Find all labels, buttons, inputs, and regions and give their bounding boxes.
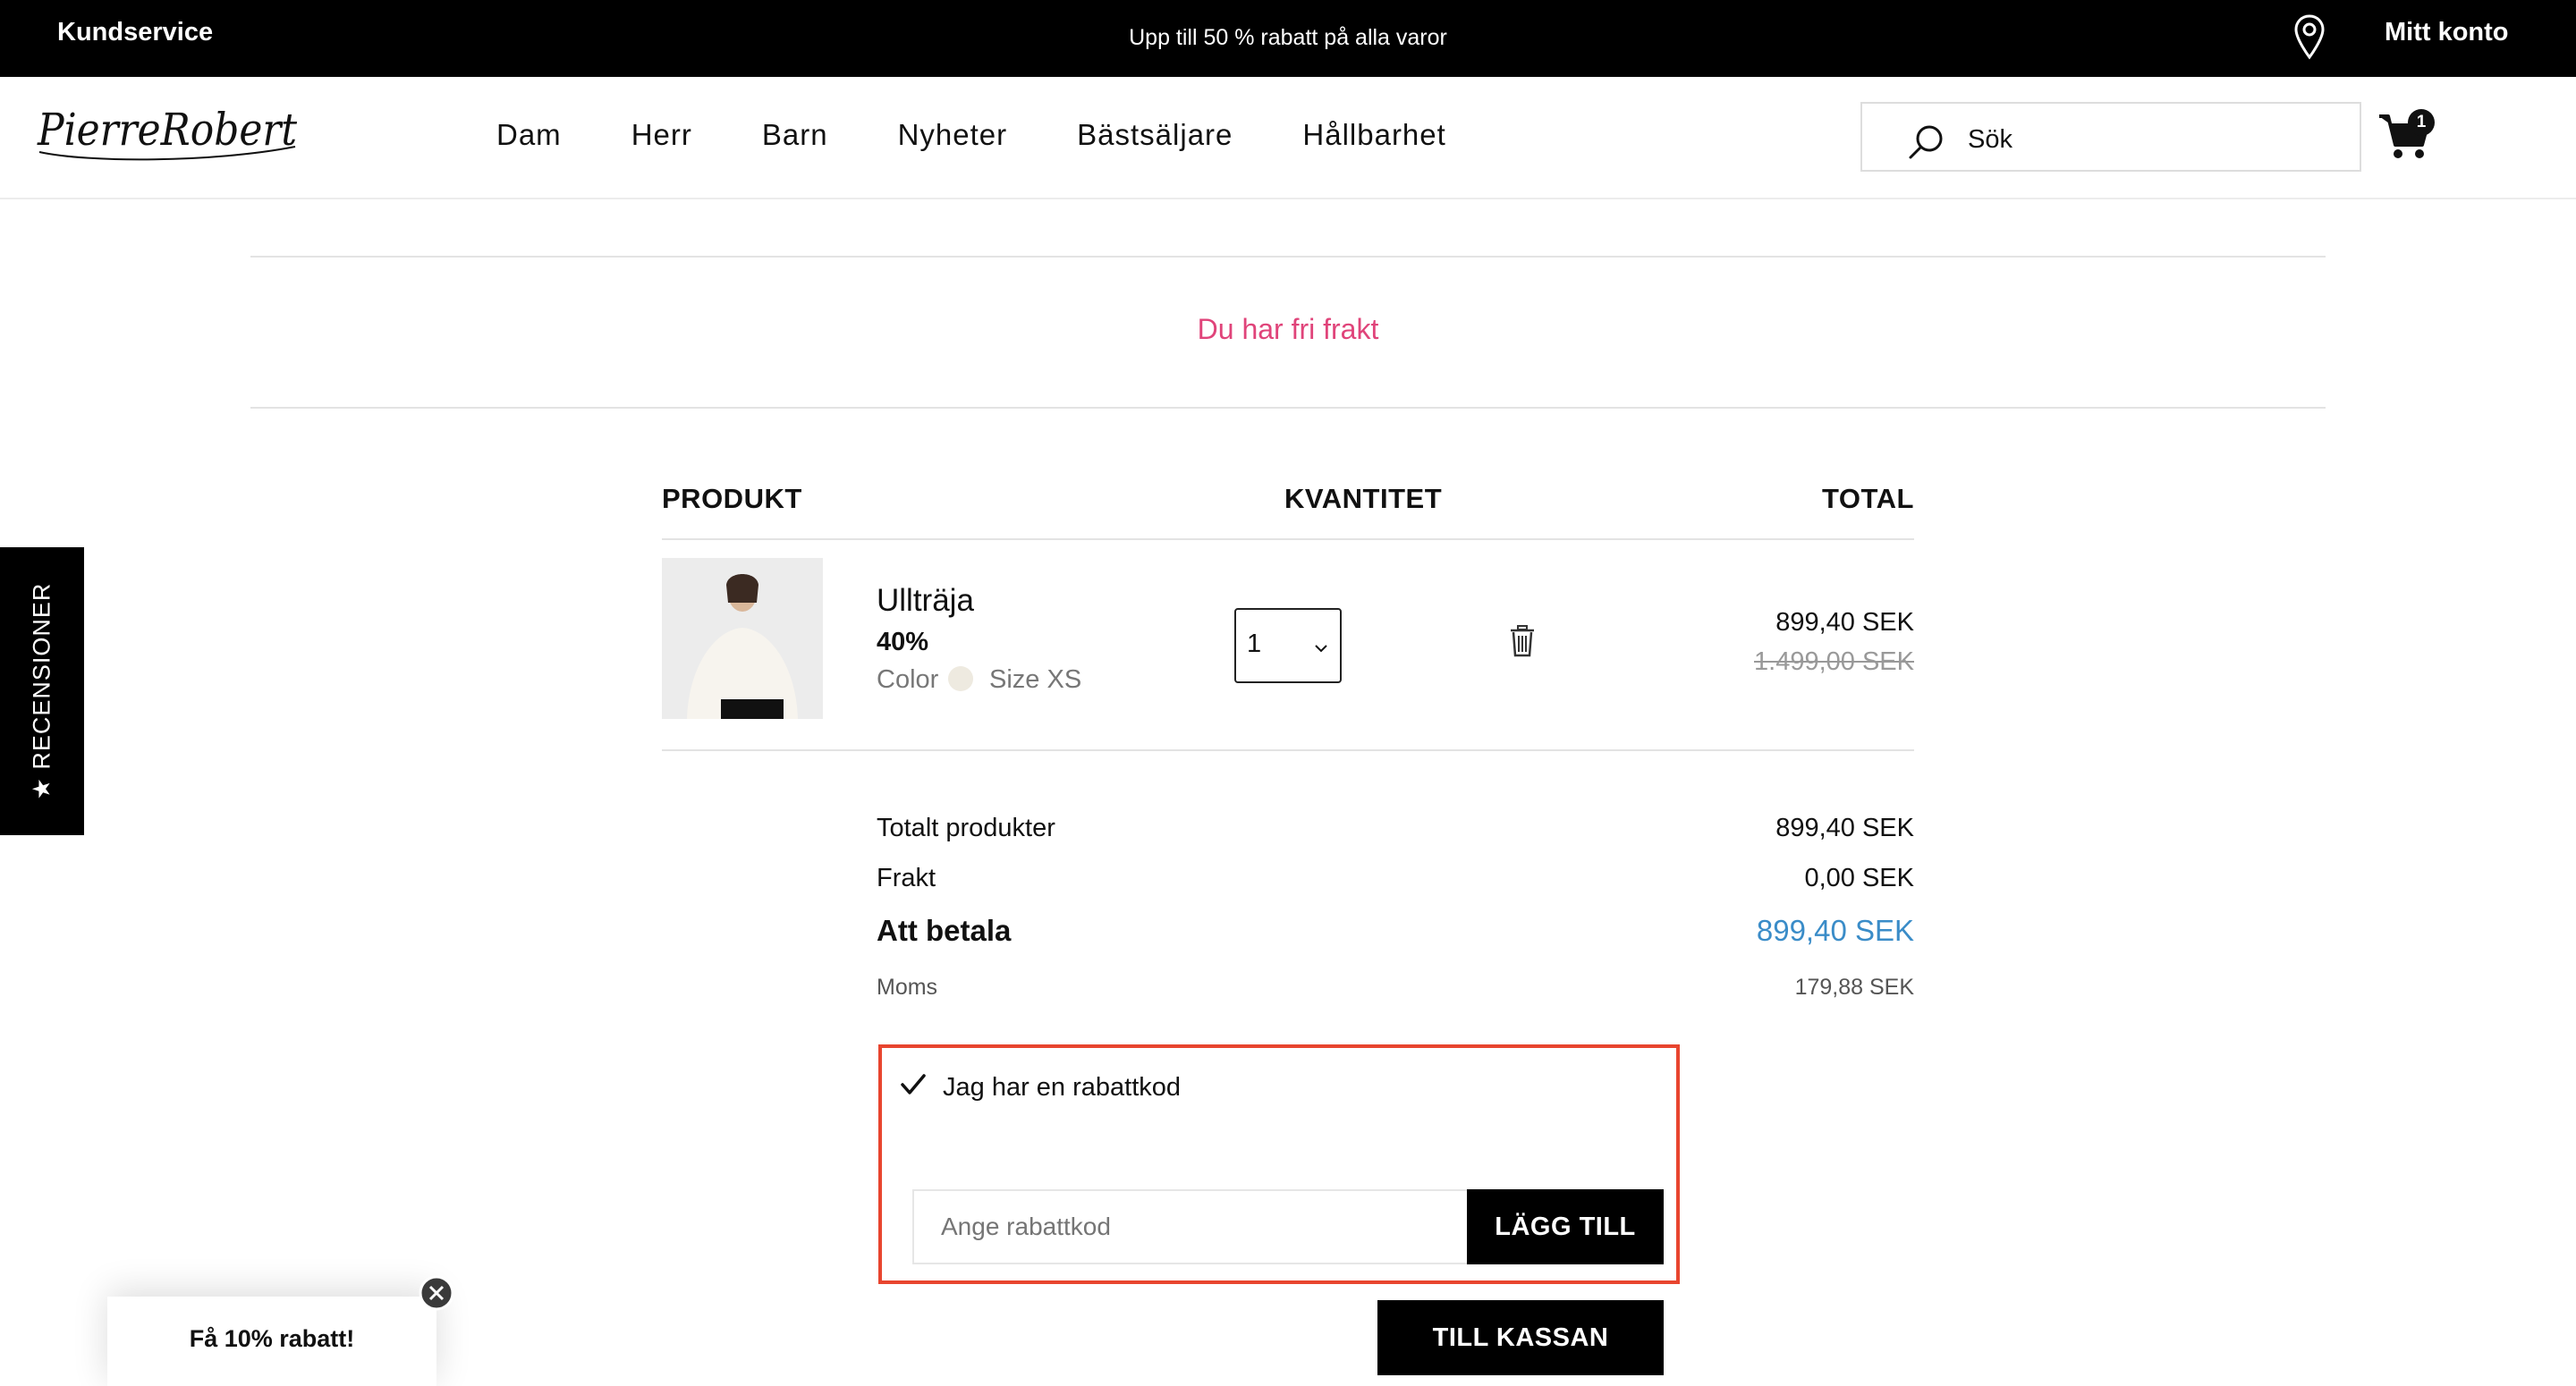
cart-count-badge: 1	[2408, 109, 2435, 136]
account-link[interactable]: Mitt konto	[2385, 18, 2509, 47]
search-box[interactable]: Sök	[1860, 102, 2361, 172]
quantity-value: 1	[1247, 630, 1262, 658]
divider	[662, 749, 1914, 751]
nav-dam[interactable]: Dam	[496, 118, 562, 152]
pierre-robert-logo[interactable]: PierreRobert	[34, 100, 302, 170]
summary-shipping-value: 0,00 SEK	[1804, 864, 1914, 892]
summary-pay-value: 899,40 SEK	[1756, 914, 1914, 947]
search-input[interactable]: Sök	[1968, 125, 2012, 155]
discount-code-input[interactable]	[912, 1189, 1469, 1264]
summary-vat-label: Moms	[877, 975, 938, 1000]
divider	[250, 407, 2326, 409]
color-swatch	[948, 666, 973, 691]
product-price: 899,40 SEK	[1775, 608, 1914, 637]
nav-barn[interactable]: Barn	[762, 118, 828, 152]
product-original-price: 1.499,00 SEK	[1754, 647, 1914, 676]
map-pin-icon[interactable]	[2292, 13, 2327, 63]
top-bar: Kundservice Upp till 50 % rabatt på alla…	[0, 0, 2576, 77]
quantity-select[interactable]: 1	[1234, 608, 1342, 683]
trash-icon[interactable]	[1508, 624, 1537, 658]
svg-text:PierreRobert: PierreRobert	[37, 104, 298, 156]
discount-popup[interactable]: Få 10% rabatt!	[107, 1297, 436, 1386]
product-image[interactable]	[662, 558, 823, 719]
nav-bastsaljare[interactable]: Bästsäljare	[1077, 118, 1233, 152]
header-total: TOTAL	[1822, 483, 1914, 514]
chevron-down-icon	[1315, 645, 1327, 653]
discount-checkbox[interactable]	[898, 1069, 928, 1100]
discount-popup-text: Få 10% rabatt!	[189, 1325, 355, 1352]
close-icon[interactable]	[419, 1275, 454, 1311]
divider	[662, 538, 1914, 540]
reviews-tab[interactable]: ★ RECENSIONER	[0, 547, 84, 835]
summary-shipping-label: Frakt	[877, 864, 936, 892]
summary-vat-value: 179,88 SEK	[1794, 975, 1914, 1000]
main-nav: Dam Herr Barn Nyheter Bästsäljare Hållba…	[496, 118, 1446, 152]
main-header: PierreRobert Dam Herr Barn Nyheter Bästs…	[0, 77, 2576, 199]
product-name[interactable]: Ullträja	[877, 583, 974, 619]
header-quantity: KVANTITET	[1284, 483, 1443, 514]
product-color-label: Color	[877, 665, 939, 694]
nav-herr[interactable]: Herr	[631, 118, 692, 152]
reviews-tab-label: ★ RECENSIONER	[28, 582, 55, 800]
header-product: PRODUKT	[662, 483, 802, 514]
summary-pay-label: Att betala	[877, 914, 1012, 947]
product-size: Size XS	[989, 665, 1082, 694]
summary-products-label: Totalt produkter	[877, 814, 1055, 842]
divider	[250, 256, 2326, 258]
summary-products-value: 899,40 SEK	[1775, 814, 1914, 842]
discount-checkbox-label[interactable]: Jag har en rabattkod	[943, 1073, 1181, 1103]
search-icon	[1909, 125, 1943, 159]
nav-nyheter[interactable]: Nyheter	[898, 118, 1008, 152]
product-discount: 40%	[877, 628, 929, 656]
checkout-button[interactable]: TILL KASSAN	[1377, 1300, 1664, 1375]
free-shipping-notice: Du har fri frakt	[1197, 313, 1379, 345]
add-discount-button[interactable]: LÄGG TILL	[1467, 1189, 1664, 1264]
nav-hallbarhet[interactable]: Hållbarhet	[1302, 118, 1445, 152]
promo-banner: Upp till 50 % rabatt på alla varor	[1129, 25, 1447, 50]
